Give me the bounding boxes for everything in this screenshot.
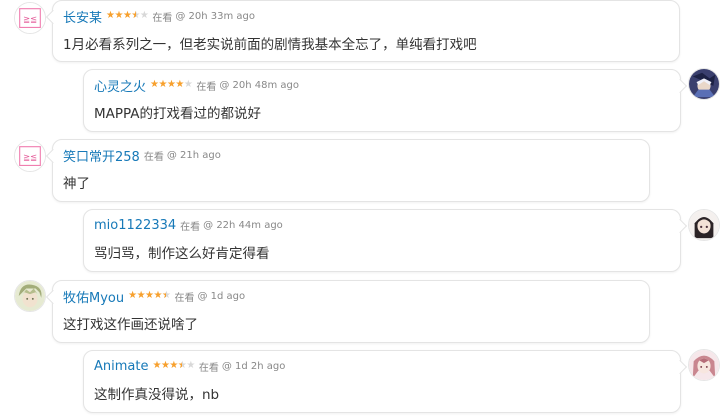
anime-pink-avatar-icon (689, 350, 719, 380)
kaomoji-avatar-icon: ≧≦ (15, 3, 45, 33)
kaomoji-avatar-icon: ≧≦ (15, 141, 45, 171)
anime-boy-avatar-icon (15, 281, 45, 311)
rating-stars: ★★★★★ (152, 360, 195, 372)
timestamp: @ 20h 33m ago (175, 10, 256, 22)
watch-status: 在看 (198, 362, 219, 374)
svg-text:≧≦: ≧≦ (23, 14, 37, 24)
anime-avatar-icon (689, 69, 719, 99)
timestamp: @ 1d ago (197, 290, 246, 302)
comment-text: 神了 (63, 176, 90, 192)
star-icon: ★ (160, 360, 170, 371)
anime-girl-avatar-icon (689, 210, 719, 240)
star-icon: ★ (122, 10, 132, 21)
user-avatar[interactable] (688, 209, 720, 241)
username-link[interactable]: Animate (94, 359, 148, 374)
star-icon: ★ (153, 290, 163, 301)
user-avatar[interactable] (14, 280, 46, 312)
star-icon: ★ (166, 79, 176, 90)
star-icon: ★ (169, 360, 178, 371)
comment-card: Animate ★★★★★ 在看 @ 1d 2h ago 这制作真没得说，nb (83, 350, 681, 413)
star-icon: ★ (162, 291, 171, 302)
rating-stars: ★★★★★ (128, 290, 171, 302)
username-link[interactable]: 长安某 (63, 7, 102, 26)
username-link[interactable]: 笑口常开258 (63, 146, 140, 165)
star-icon: ★ (178, 361, 187, 372)
comment-card: 长安某 ★★★★★ 在看 @ 20h 33m ago 1月必看系列之一，但老实说… (52, 0, 680, 62)
comment-text: MAPPA的打戏看过的都说好 (94, 106, 262, 122)
timestamp: @ 22h 44m ago (203, 219, 283, 231)
comment-card: mio1122334 在看 @ 22h 44m ago 骂归骂，制作这么好肯定得… (83, 209, 681, 272)
rating-stars: ★★★★★ (150, 79, 193, 90)
star-icon: ★ (186, 360, 195, 371)
star-icon: ★ (106, 10, 115, 21)
user-avatar[interactable]: ≧≦ (14, 140, 46, 172)
rating-stars: ★★★★★ (106, 10, 149, 22)
timestamp: @ 21h ago (166, 149, 221, 161)
comment-text: 1月必看系列之一，但老实说前面的剧情我基本全忘了，单纯看打戏吧 (63, 37, 477, 53)
user-avatar[interactable] (688, 349, 720, 381)
comment-card: 心灵之火 ★★★★★ 在看 @ 20h 48m ago MAPPA的打戏看过的都… (83, 69, 681, 132)
watch-status: 在看 (174, 292, 195, 304)
comment-card: 牧佑Myou ★★★★★ 在看 @ 1d ago 这打戏这作画还说啥了 (52, 280, 650, 343)
svg-text:≧≦: ≧≦ (23, 152, 37, 162)
star-icon: ★ (158, 79, 167, 90)
star-icon: ★ (139, 10, 149, 21)
username-link[interactable]: 心灵之火 (94, 76, 146, 95)
star-icon: ★ (175, 79, 184, 90)
star-icon: ★ (128, 290, 137, 301)
star-icon: ★ (150, 79, 159, 90)
comment-text: 骂归骂，制作这么好肯定得看 (94, 246, 270, 262)
star-icon: ★ (152, 360, 161, 371)
username-link[interactable]: mio1122334 (94, 218, 176, 233)
user-avatar[interactable]: ≧≦ (14, 2, 46, 34)
star-icon: ★ (131, 11, 140, 22)
user-avatar[interactable] (688, 68, 720, 100)
watch-status: 在看 (180, 221, 201, 233)
watch-status: 在看 (152, 12, 173, 24)
star-icon: ★ (183, 79, 193, 90)
watch-status: 在看 (196, 81, 217, 93)
comment-text: 这制作真没得说，nb (94, 387, 220, 403)
star-icon: ★ (114, 10, 123, 21)
timestamp: @ 20h 48m ago (219, 79, 300, 91)
comment-card: 笑口常开258 在看 @ 21h ago 神了 (52, 139, 650, 202)
comment-text: 这打戏这作画还说啥了 (63, 317, 198, 333)
star-icon: ★ (145, 290, 154, 301)
timestamp: @ 1d 2h ago (221, 360, 286, 372)
watch-status: 在看 (143, 151, 164, 163)
star-icon: ★ (136, 290, 146, 301)
username-link[interactable]: 牧佑Myou (63, 287, 124, 306)
